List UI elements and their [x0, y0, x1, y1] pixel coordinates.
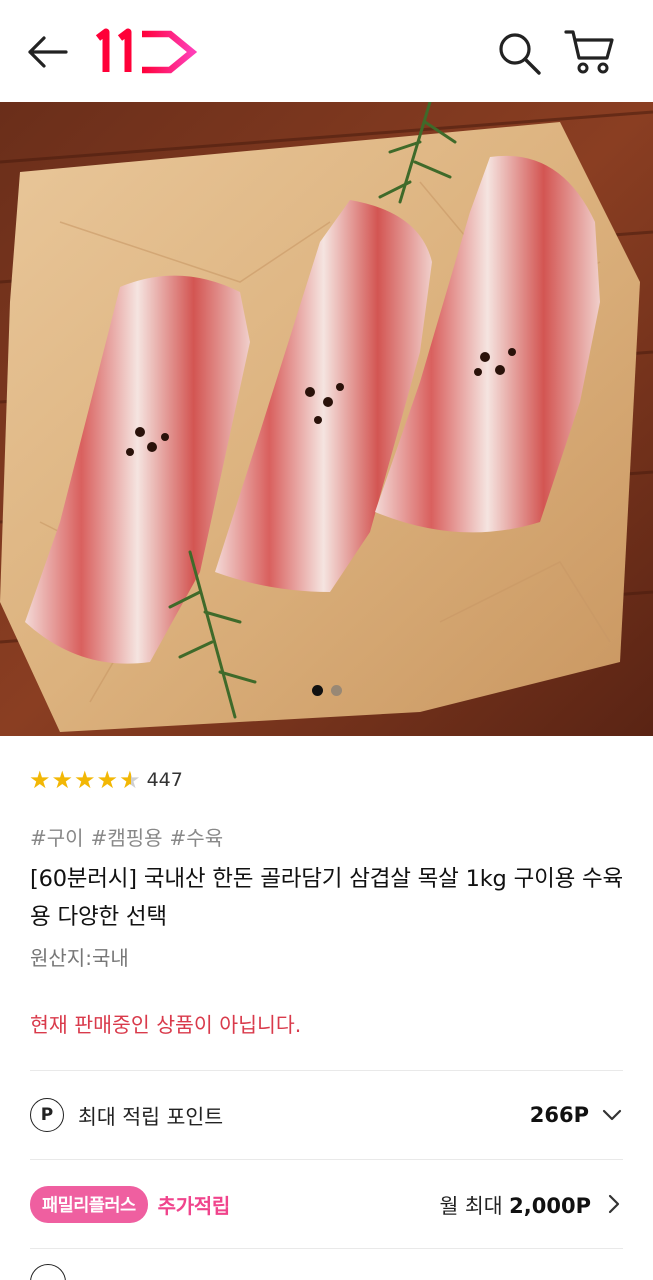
tag[interactable]: #구이 — [30, 822, 84, 851]
point-icon: P — [30, 1098, 64, 1132]
star-icon: ★ — [74, 766, 96, 794]
max-points-value: 266P — [529, 1103, 589, 1127]
product-title: [60분러시] 국내산 한돈 골라담기 삼겹살 목살 1kg 구이용 수육용 다… — [30, 866, 624, 930]
sale-status-notice: 현재 판매중인 상품이 아닙니다. — [30, 1013, 302, 1037]
half-star-icon: ★ — [119, 766, 141, 794]
max-points-label: 최대 적립 포인트 — [78, 1105, 224, 1129]
top-app-bar — [0, 0, 653, 102]
family-plus-badge: 패밀리플러스 — [30, 1185, 148, 1223]
arrow-left-icon — [28, 36, 68, 68]
cart-button[interactable] — [562, 26, 616, 78]
eleven-street-logo[interactable] — [92, 28, 198, 76]
cart-icon — [564, 30, 614, 74]
carousel-indicator — [0, 685, 653, 696]
carousel-dot-active[interactable] — [311, 685, 323, 696]
product-tags: #구이 #캠핑용 #수육 — [30, 822, 223, 851]
max-points-row[interactable]: P 최대 적립 포인트 266P — [30, 1071, 623, 1159]
family-plus-extra-label: 추가적립 — [157, 1193, 231, 1218]
product-image-carousel[interactable] — [0, 102, 653, 736]
star-icon: ★ — [51, 766, 74, 794]
tag[interactable]: #캠핑용 — [91, 822, 163, 851]
carousel-dot[interactable] — [330, 685, 342, 696]
product-origin: 원산지:국내 — [30, 946, 129, 970]
family-plus-row[interactable]: 패밀리플러스 추가적립 월 최대 2,000P — [30, 1160, 623, 1248]
search-button[interactable] — [494, 28, 544, 78]
search-icon — [499, 33, 541, 75]
product-rating[interactable]: ★ ★ ★ ★ ★ 447 — [29, 766, 183, 794]
rating-stars: ★ ★ ★ ★ ★ — [29, 767, 141, 793]
chevron-right-icon[interactable] — [605, 1193, 623, 1215]
monthly-value: 2,000P — [509, 1194, 591, 1218]
chevron-down-icon[interactable] — [601, 1104, 623, 1126]
divider — [30, 1248, 623, 1249]
monthly-prefix: 월 최대 — [439, 1194, 503, 1218]
star-icon: ★ — [29, 766, 51, 794]
back-button[interactable] — [22, 30, 70, 74]
family-plus-monthly: 월 최대 2,000P — [440, 1189, 591, 1219]
tag[interactable]: #수육 — [170, 822, 224, 851]
star-icon: ★ — [96, 766, 119, 794]
next-row-icon — [30, 1264, 66, 1280]
product-photo — [0, 102, 653, 736]
review-count: 447 — [146, 769, 183, 791]
